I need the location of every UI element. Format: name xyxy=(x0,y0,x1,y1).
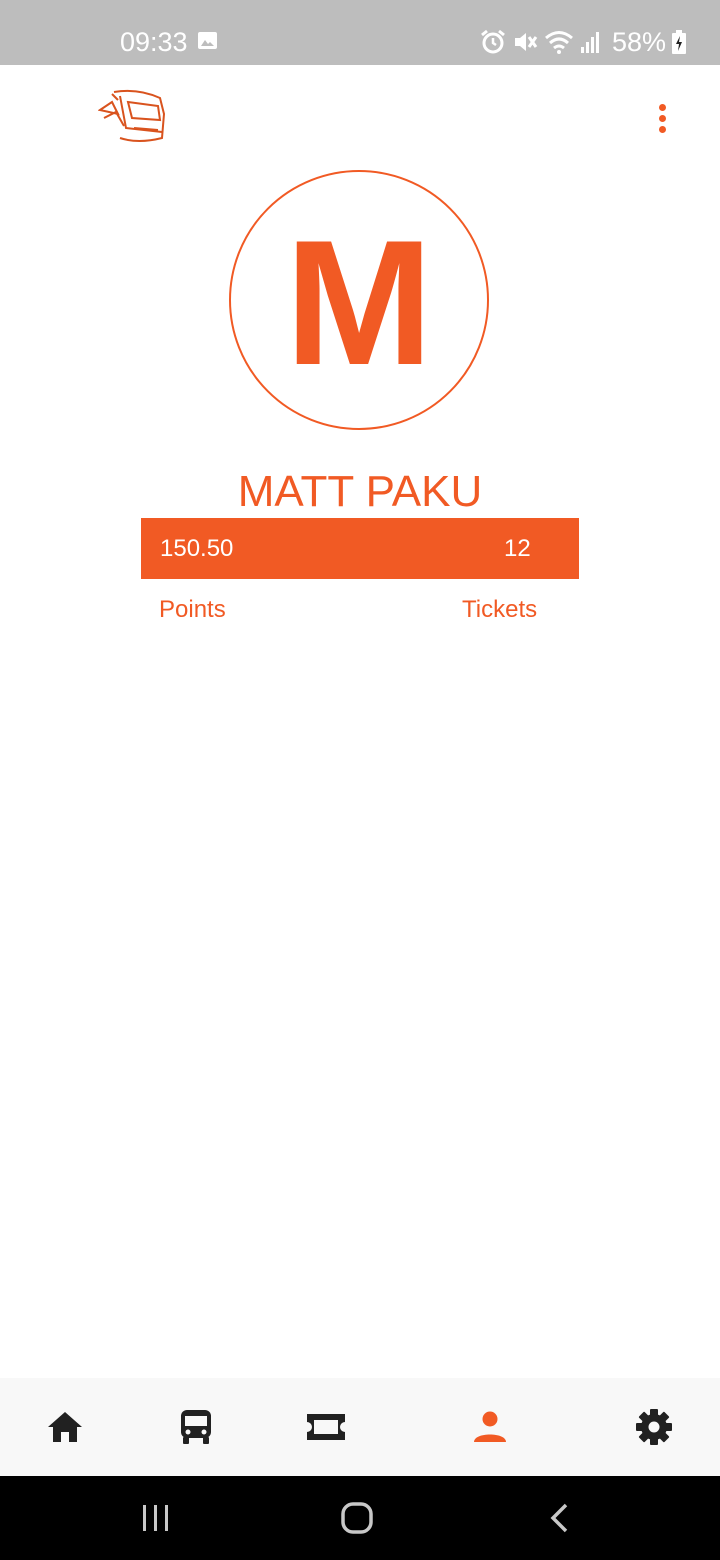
wifi-icon xyxy=(544,29,574,55)
status-icons: 58% xyxy=(480,26,686,58)
battery-icon xyxy=(672,30,686,54)
nav-profile[interactable] xyxy=(440,1378,540,1476)
home-icon xyxy=(48,1412,82,1442)
recents-button[interactable] xyxy=(116,1476,196,1560)
nav-tickets[interactable] xyxy=(276,1378,376,1476)
gallery-icon xyxy=(198,32,217,49)
home-button[interactable] xyxy=(317,1476,397,1560)
person-icon xyxy=(474,1411,506,1442)
status-bar: 09:33 58% xyxy=(0,0,720,65)
alarm-icon xyxy=(480,29,506,55)
tickets-label: Tickets xyxy=(462,596,538,623)
status-time: 09:33 xyxy=(120,27,188,57)
bus-logo-icon xyxy=(97,88,168,146)
avatar: M xyxy=(229,170,489,430)
user-name: MATT PAKU xyxy=(237,467,483,516)
nav-home[interactable] xyxy=(15,1378,115,1476)
battery-percent: 58% xyxy=(611,27,666,57)
avatar-initial: M xyxy=(284,203,434,402)
points-value: 150.50 xyxy=(160,535,234,562)
bus-icon xyxy=(181,1410,211,1444)
mute-icon xyxy=(512,29,538,55)
points-label: Points xyxy=(159,596,226,623)
nav-bus[interactable] xyxy=(146,1378,246,1476)
bottom-navigation xyxy=(0,1378,720,1476)
signal-icon xyxy=(580,29,600,55)
more-vert-icon[interactable] xyxy=(646,98,680,138)
home-circle-icon xyxy=(341,1502,373,1534)
ticket-icon xyxy=(307,1414,345,1440)
recents-icon xyxy=(143,1505,168,1531)
stats-bar: 150.50 12 xyxy=(141,518,579,579)
profile-screen: 09:33 58% M MATT PAKU 150.50 12 Points T… xyxy=(0,0,720,1560)
system-navigation-bar xyxy=(0,1476,720,1560)
back-icon xyxy=(550,1503,568,1533)
nav-settings[interactable] xyxy=(604,1378,704,1476)
settings-icon xyxy=(636,1409,672,1445)
tickets-value: 12 xyxy=(504,535,531,562)
back-button[interactable] xyxy=(519,1476,599,1560)
